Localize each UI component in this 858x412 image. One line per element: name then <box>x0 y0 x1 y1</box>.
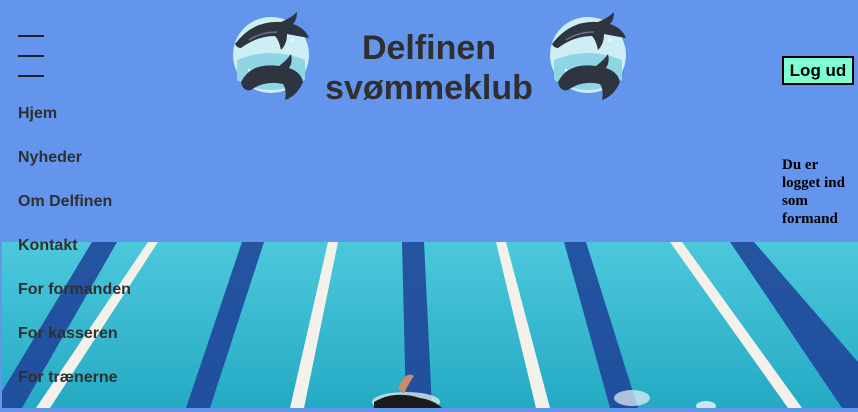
nav-item-om-delfinen[interactable]: Om Delfinen <box>18 192 131 236</box>
dolphins-logo-icon <box>550 12 626 100</box>
nav-item-for-traenerne[interactable]: For trænerne <box>18 368 131 412</box>
logged-in-status: Du er logget ind som formand <box>782 157 845 227</box>
hamburger-menu-icon[interactable] <box>18 35 44 79</box>
hamburger-line <box>18 55 44 57</box>
nav-item-hjem[interactable]: Hjem <box>18 104 131 148</box>
hamburger-line <box>18 75 44 77</box>
dolphins-logo-icon <box>233 12 309 100</box>
nav-item-for-formanden[interactable]: For formanden <box>18 280 131 324</box>
site-title: Delfinen svømmeklub <box>318 28 540 108</box>
logout-button[interactable]: Log ud <box>782 56 854 85</box>
nav-item-kontakt[interactable]: Kontakt <box>18 236 131 280</box>
hamburger-line <box>18 35 44 37</box>
site-title-line: svømmeklub <box>325 69 533 107</box>
nav-item-for-kasseren[interactable]: For kasseren <box>18 324 131 368</box>
main-nav: Hjem Nyheder Om Delfinen Kontakt For for… <box>18 104 131 412</box>
site-title-line: Delfinen <box>361 29 497 67</box>
nav-item-nyheder[interactable]: Nyheder <box>18 148 131 192</box>
